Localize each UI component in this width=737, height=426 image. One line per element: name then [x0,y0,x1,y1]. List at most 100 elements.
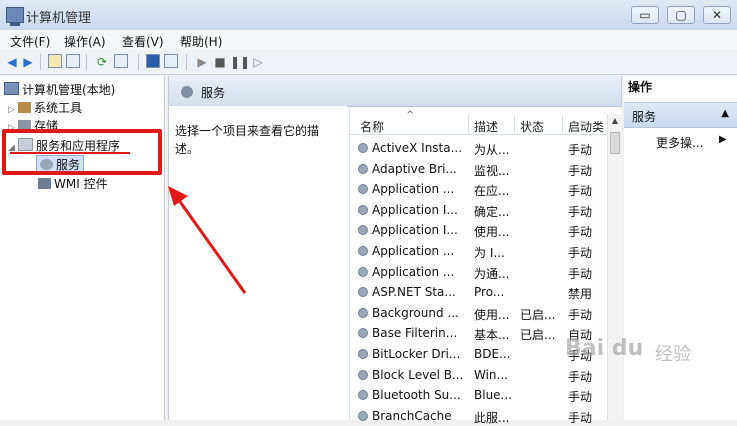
help-icon[interactable] [146,54,160,68]
column-divider[interactable] [514,114,515,134]
gear-icon [358,246,368,256]
actions-section-label: 服务 [632,110,657,124]
up-folder-icon[interactable] [48,54,62,68]
scroll-up-icon[interactable]: ▲ [608,114,622,128]
service-description: 在应... [474,184,510,199]
table-row[interactable]: Application ... 为通... 手动 [350,262,610,282]
services-pane-header: 服务 [169,76,621,107]
column-header-startup[interactable]: 启动类 [568,118,604,135]
service-name: BranchCache [372,408,452,423]
tree-item-label: WMI 控件 [54,177,108,191]
service-startup-type: 手动 [568,246,593,260]
menu-view[interactable]: 查看(V) [122,33,164,50]
back-icon[interactable]: ◀ [4,54,20,70]
gear-icon [358,266,368,277]
forward-icon[interactable]: ▶ [20,54,36,70]
table-row[interactable]: BranchCache 此服... 手动 [350,406,610,426]
gear-icon [358,390,368,401]
wmi-icon [38,178,51,189]
more-actions-link[interactable]: 更多操... [656,134,703,151]
tree-item-label: 系统工具 [34,101,83,115]
service-description: 为 I... [474,246,505,260]
actions-title: 操作 [628,80,653,94]
window-title: 计算机管理 [26,11,92,26]
baidu-watermark-suffix: 经验 [655,344,691,365]
table-row[interactable]: Application ... 为 I... 手动 [350,241,610,261]
table-row[interactable]: Bluetooth Su... Blue... 手动 [350,385,610,405]
tree-item-root[interactable]: 计算机管理(本地) [4,81,115,98]
service-description: 此服... [474,410,510,425]
start-service-icon[interactable]: ▶ [194,54,210,70]
table-row[interactable]: ASP.NET Sta... Pro... 禁用 [350,282,610,302]
menu-help[interactable]: 帮助(H) [180,33,222,50]
show-hide-tree-icon[interactable] [66,54,80,68]
title-bar: 计算机管理 ▭ ▢ ✕ [0,0,737,31]
tree-item-system-tools[interactable]: ▷ 系统工具 [8,99,82,116]
toolbar: ◀ ▶ ⟳ ▶ ■ ❚❚ ▷ [0,50,737,75]
menu-action[interactable]: 操作(A) [64,33,106,50]
gear-icon [358,143,368,153]
column-header-description[interactable]: 描述 [474,118,498,135]
computer-management-icon [6,7,24,26]
service-startup-type: 手动 [568,369,593,384]
sort-ascending-icon: ^ [406,110,415,121]
service-description: 监视... [474,163,510,178]
table-row[interactable]: Application I... 使用... 手动 [350,220,610,240]
service-description: 基本... [474,328,510,343]
gear-icon [358,369,368,380]
service-description: 使用... [474,225,510,240]
refresh-icon[interactable]: ⟳ [94,54,110,70]
list-header: 名称 ^ 描述 状态 启动类 [350,110,610,135]
maximize-button[interactable]: ▢ [667,6,695,24]
gear-icon [358,204,368,215]
service-name: Application I... [372,223,458,238]
table-row[interactable]: Application ... 在应... 手动 [350,179,610,199]
service-startup-type: 手动 [568,184,593,199]
table-row[interactable]: ActiveX Insta... 为从... 手动 [350,138,610,158]
vertical-scrollbar[interactable]: ▲ [607,114,622,420]
service-description: 为通... [474,266,510,281]
service-description: 确定... [474,204,510,219]
annotation-highlight-box [2,129,162,175]
close-button[interactable]: ✕ [703,6,731,24]
table-row[interactable]: Background ... 使用... 已启... 手动 [350,303,610,323]
menu-bar: 文件(F) 操作(A) 查看(V) 帮助(H) [0,30,737,50]
expand-icon[interactable]: ▷ [8,105,18,115]
service-status: 已启... [520,328,556,343]
restart-service-icon[interactable]: ▷ [250,54,266,70]
stop-service-icon[interactable]: ■ [212,54,228,70]
service-description: BDE... [474,347,511,361]
column-header-status[interactable]: 状态 [520,118,544,135]
toolbar-separator [138,54,139,70]
minimize-button[interactable]: ▭ [631,6,659,24]
column-divider[interactable] [562,114,563,134]
service-name: Block Level B... [372,367,464,382]
pause-service-icon[interactable]: ❚❚ [230,54,250,70]
service-name: Adaptive Bri... [372,161,457,176]
collapse-up-icon[interactable]: ▲ [721,108,729,119]
gear-icon [358,163,368,174]
actions-section-services[interactable]: 服务 ▲ [624,102,737,128]
column-header-name[interactable]: 名称 [360,118,384,135]
properties-icon[interactable] [164,54,178,68]
service-description: 使用... [474,307,510,322]
tree-item-label: 计算机管理(本地) [22,83,116,97]
table-row[interactable]: Adaptive Bri... 监视... 手动 [350,159,610,179]
service-description: Win... [474,367,508,382]
service-name: ActiveX Insta... [372,141,463,155]
table-row[interactable]: Application I... 确定... 手动 [350,200,610,220]
column-divider[interactable] [468,114,469,134]
description-text: 选择一个项目来查看它的描述。 [175,124,320,156]
tree-item-wmi[interactable]: WMI 控件 [38,175,108,192]
export-list-icon[interactable] [114,54,128,68]
service-description: Blue... [474,388,512,403]
table-row[interactable]: Block Level B... Win... 手动 [350,365,610,385]
menu-file[interactable]: 文件(F) [10,33,50,50]
gear-icon [358,349,368,359]
submenu-arrow-icon: ▶ [719,134,727,145]
service-startup-type: 手动 [568,410,593,425]
gear-icon [358,184,368,195]
service-startup-type: 禁用 [568,287,593,302]
scroll-thumb[interactable] [610,132,620,154]
service-startup-type: 手动 [568,163,593,178]
